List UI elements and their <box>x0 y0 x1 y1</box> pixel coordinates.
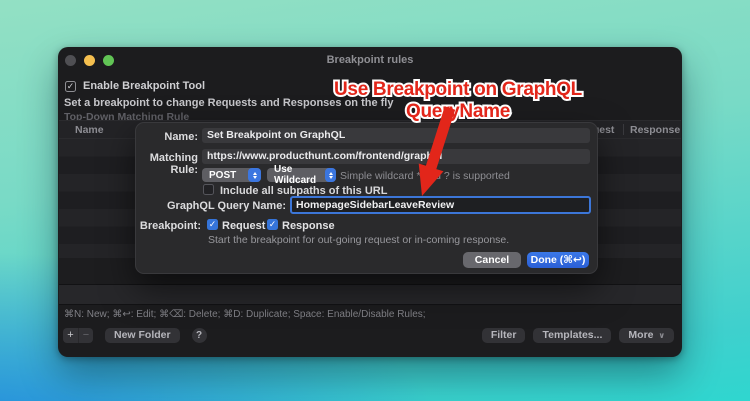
matching-rule-field[interactable]: https://www.producthunt.com/frontend/gra… <box>202 149 590 164</box>
enable-breakpoint-label: Enable Breakpoint Tool <box>83 80 205 92</box>
desktop-background: Breakpoint rules ✓ Enable Breakpoint Too… <box>0 0 750 401</box>
name-field[interactable]: Set Breakpoint on GraphQL <box>202 128 590 143</box>
window-titlebar[interactable]: Breakpoint rules <box>58 47 682 73</box>
cancel-button[interactable]: Cancel <box>463 252 521 268</box>
enable-breakpoint-row: ✓ Enable Breakpoint Tool <box>65 80 205 92</box>
response-checkbox-label: Response <box>282 220 335 232</box>
http-method-value: POST <box>209 170 236 181</box>
request-checkbox-label: Request <box>222 220 265 232</box>
graphql-query-name-input[interactable]: HomepageSidebarLeaveReview <box>290 196 591 214</box>
check-icon: ✓ <box>269 219 277 229</box>
matching-rule-label: Matching Rule: <box>136 152 198 176</box>
footer-right-group: Filter Templates... More ∨ <box>482 328 674 343</box>
http-method-dropdown[interactable]: POST <box>202 168 261 182</box>
request-checkbox[interactable]: ✓ <box>207 219 218 230</box>
done-button[interactable]: Done (⌘↩) <box>527 252 589 268</box>
column-header-response[interactable]: Response <box>630 124 680 136</box>
more-button[interactable]: More ∨ <box>619 328 674 343</box>
window-title: Breakpoint rules <box>58 54 682 66</box>
window-subtitle: Set a breakpoint to change Requests and … <box>64 97 393 109</box>
include-subpaths-checkbox[interactable] <box>203 184 214 195</box>
table-bottom-band <box>59 284 681 305</box>
breakpoint-hint: Start the breakpoint for out-going reque… <box>208 234 509 246</box>
check-icon: ✓ <box>209 219 217 229</box>
more-button-label: More <box>628 329 653 341</box>
remove-rule-button[interactable]: − <box>78 328 93 343</box>
shortcuts-hint: ⌘N: New; ⌘↩: Edit; ⌘⌫: Delete; ⌘D: Dupli… <box>64 309 426 320</box>
popup-stepper-icon <box>248 168 261 182</box>
add-rule-button[interactable]: + <box>63 328 78 343</box>
enable-breakpoint-checkbox[interactable]: ✓ <box>65 81 76 92</box>
popup-stepper-icon <box>325 168 336 182</box>
name-label: Name: <box>136 131 198 143</box>
graphql-query-name-label: GraphQL Query Name: <box>136 200 286 212</box>
response-checkbox[interactable]: ✓ <box>267 219 278 230</box>
add-remove-segment: + − <box>63 328 93 343</box>
wildcard-mode-value: Use Wildcard <box>274 164 325 186</box>
window-footer: + − New Folder ? Filter Templates... Mor… <box>63 327 674 343</box>
filter-button[interactable]: Filter <box>482 328 526 343</box>
check-icon: ✓ <box>67 81 75 91</box>
breakpoint-edit-dialog: Name: Set Breakpoint on GraphQL Matching… <box>135 122 598 274</box>
wildcard-mode-dropdown[interactable]: Use Wildcard <box>267 168 336 182</box>
wildcard-hint: Simple wildcard * and ? is supported <box>340 170 510 182</box>
column-header-name[interactable]: Name <box>75 124 104 136</box>
chevron-down-icon: ∨ <box>659 331 666 340</box>
breakpoint-label: Breakpoint: <box>136 220 201 232</box>
templates-button[interactable]: Templates... <box>533 328 611 343</box>
help-button[interactable]: ? <box>192 328 207 343</box>
new-folder-button[interactable]: New Folder <box>105 328 180 343</box>
column-separator <box>623 124 624 135</box>
